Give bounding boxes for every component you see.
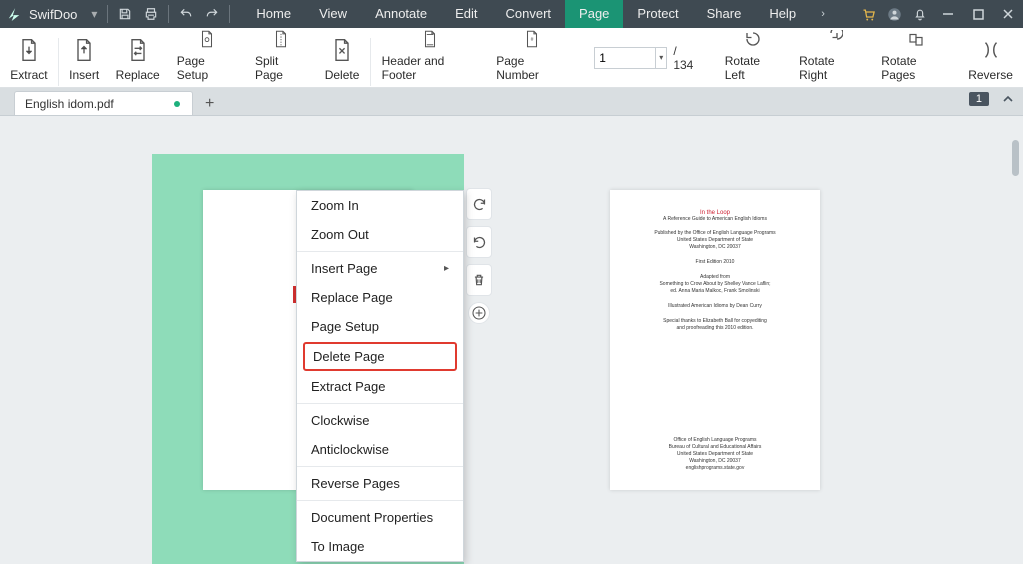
document-tab[interactable]: English idom.pdf [14,91,193,115]
menu-share[interactable]: Share [693,0,756,28]
rotate-cw-icon[interactable] [466,188,492,220]
page-dropdown-icon[interactable]: ▾ [656,47,667,69]
add-tab-button[interactable]: + [199,93,221,115]
menu-home[interactable]: Home [242,0,305,28]
page-input[interactable] [594,47,656,69]
dropdown-icon[interactable]: ▾ [85,7,103,21]
submenu-arrow-icon: ▸ [444,263,449,274]
separator [107,5,108,23]
ribbon-rotate-right[interactable]: Rotate Right [790,30,872,86]
insert-page-icon[interactable] [468,302,490,324]
context-menu: Zoom InZoom Out Insert Page▸Replace PageP… [296,190,464,562]
menu-page[interactable]: Page [565,0,623,28]
menu-protect[interactable]: Protect [623,0,692,28]
ctx-zoom-out[interactable]: Zoom Out [297,220,463,249]
ctx-zoom-in[interactable]: Zoom In [297,191,463,220]
ribbon-extract[interactable]: Extract [2,30,56,86]
ctx-page-setup[interactable]: Page Setup [297,312,463,341]
ribbon-reverse[interactable]: Reverse [960,30,1021,86]
title-bar: SwifDoo ▾ HomeViewAnnotateEditConvertPag… [0,0,1023,28]
menu-view[interactable]: View [305,0,361,28]
user-icon[interactable] [881,0,907,28]
menu-separator [297,466,463,467]
chevron-right-icon[interactable]: › [810,0,836,28]
ribbon-split-page[interactable]: Split Page [246,30,316,86]
ribbon-header-and-footer[interactable]: Header and Footer [373,30,488,86]
page-badge: 1 [969,92,989,106]
tab-strip: English idom.pdf + 1 [0,88,1023,116]
unsaved-indicator-icon [174,101,180,107]
page-total: / 134 [673,44,697,72]
workspace: IN A A Eng In the Loop A Reference Guide… [0,116,1023,512]
page-actions-column [466,188,492,330]
svg-text:#: # [530,36,533,42]
menu-help[interactable]: Help [755,0,810,28]
window-controls [933,0,1023,28]
app-logo-icon [5,5,23,23]
close-icon[interactable] [993,0,1023,28]
page-2-thumbnail[interactable]: In the Loop A Reference Guide to America… [610,190,820,490]
menu-annotate[interactable]: Annotate [361,0,441,28]
separator [168,5,169,23]
cart-icon[interactable] [855,0,881,28]
ctx-clockwise[interactable]: Clockwise [297,406,463,435]
ctx-document-properties[interactable]: Document Properties [297,503,463,532]
redo-icon[interactable] [199,0,225,28]
ribbon-toolbar: ExtractInsertReplacePage SetupSplit Page… [0,28,1023,88]
menu-separator [297,403,463,404]
ctx-replace-page[interactable]: Replace Page [297,283,463,312]
scrollbar-thumb[interactable] [1012,140,1019,176]
menu-convert[interactable]: Convert [492,0,566,28]
delete-page-icon[interactable] [466,264,492,296]
maximize-icon[interactable] [963,0,993,28]
ribbon-rotate-pages[interactable]: Rotate Pages [872,30,960,86]
ctx-delete-page[interactable]: Delete Page [303,342,457,371]
ribbon-delete[interactable]: Delete [316,30,367,86]
main-menu: HomeViewAnnotateEditConvertPageProtectSh… [242,0,810,28]
menu-separator [297,251,463,252]
undo-icon[interactable] [173,0,199,28]
ribbon-page-number[interactable]: #Page Number [487,30,576,86]
ctx-reverse-pages[interactable]: Reverse Pages [297,469,463,498]
ctx-insert-page[interactable]: Insert Page▸ [297,254,463,283]
ctx-to-image[interactable]: To Image [297,532,463,561]
tab-filename: English idom.pdf [25,97,114,111]
separator [229,5,230,23]
ribbon-replace[interactable]: Replace [108,30,168,86]
ribbon-insert[interactable]: Insert [61,30,108,86]
ctx-extract-page[interactable]: Extract Page [297,372,463,401]
rotate-ccw-icon[interactable] [466,226,492,258]
ctx-anticlockwise[interactable]: Anticlockwise [297,435,463,464]
print-icon[interactable] [138,0,164,28]
ribbon-rotate-left[interactable]: Rotate Left [716,30,790,86]
collapse-icon[interactable] [1001,92,1015,111]
save-icon[interactable] [112,0,138,28]
page-number-field: ▾ / 134 [594,44,697,72]
app-name: SwifDoo [29,7,77,22]
menu-separator [297,500,463,501]
ribbon-page-setup[interactable]: Page Setup [168,30,246,86]
bell-icon[interactable] [907,0,933,28]
minimize-icon[interactable] [933,0,963,28]
menu-edit[interactable]: Edit [441,0,491,28]
